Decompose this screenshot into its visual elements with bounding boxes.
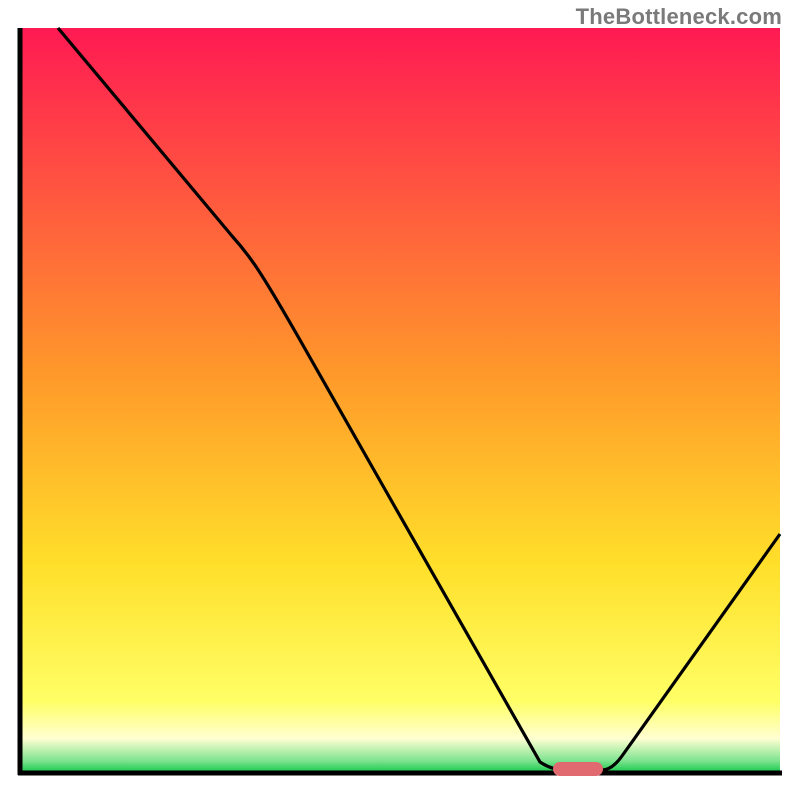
optimal-marker: [553, 762, 603, 776]
chart-container: TheBottleneck.com: [0, 0, 800, 800]
watermark-text: TheBottleneck.com: [576, 4, 782, 30]
plot-area: [20, 28, 780, 772]
bottleneck-chart: [0, 0, 800, 800]
